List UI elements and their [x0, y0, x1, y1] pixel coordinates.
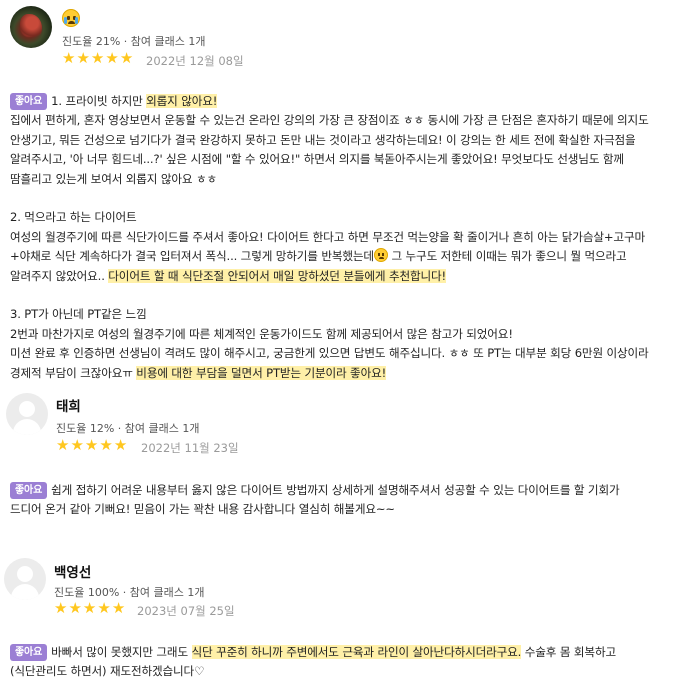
review-text-segment: 수술후 몸 회복하고 — [521, 645, 616, 659]
highlighted-text: 외롭지 않아요! — [146, 94, 218, 108]
star-icon: ★ — [82, 599, 97, 617]
review-line: (식단관리도 하면서) 재도전하겠습니다♡ — [10, 662, 692, 681]
avatar[interactable] — [6, 393, 48, 435]
review-line: 2. 먹으라고 하는 다이어트 — [10, 208, 692, 227]
reviewer-name: 백영선 — [54, 565, 92, 581]
review-line: 3. PT가 아닌데 PT같은 느낌 — [10, 305, 692, 324]
review-text-segment: 2번과 마찬가지로 여성의 월경주기에 따른 체계적인 운동가이드도 함께 제공… — [10, 326, 513, 341]
review-meta: 진도율 21% · 참여 클래스 1개 — [62, 35, 206, 48]
star-icon: ★ — [90, 49, 105, 67]
review-text: 좋아요 1. 프라이빗 하지만 외롭지 않아요! 집에서 편하게, 혼자 영상보면서… — [10, 92, 692, 383]
review-line: 알려주지 않았어요.. 다이어트 할 때 식단조절 안되어서 매일 망하셨던 분… — [10, 267, 692, 286]
star-rating: ★ ★ ★ ★ ★ — [56, 438, 127, 453]
star-icon: ★ — [70, 436, 84, 454]
review-text-segment: 2. 먹으라고 하는 다이어트 — [10, 210, 137, 225]
review-line: 좋아요 1. 프라이빗 하지만 외롭지 않아요! — [10, 92, 692, 111]
star-icon: ★ — [113, 436, 128, 454]
star-icon: ★ — [76, 49, 90, 67]
star-rating: ★ ★ ★ ★ ★ — [54, 601, 125, 616]
star-icon: ★ — [62, 49, 76, 67]
review-line: 좋아요 쉽게 접하기 어려운 내용부터 옳지 않은 다이어트 방법까지 상세하게 … — [10, 481, 692, 500]
review-content: 좋아요 쉽게 접하기 어려운 내용부터 옳지 않은 다이어트 방법까지 상세하게 … — [10, 481, 692, 520]
review-card: 진도율 21% · 참여 클래스 1개 ★ ★ ★ ★ ★ 2022년 12월 … — [0, 0, 700, 380]
review-card: 태희 진도율 12% · 참여 클래스 1개 ★ ★ ★ ★ ★ 2022년 1… — [0, 385, 700, 525]
review-line: 드디어 온거 같아 기뻐요! 믿음이 가는 꽉찬 내용 감사합니다 열심히 해볼… — [10, 500, 692, 519]
review-text-segment: 드디어 온거 같아 기뻐요! 믿음이 가는 꽉찬 내용 감사합니다 열심히 해볼… — [10, 502, 395, 517]
review-line: +야채로 식단 계속하다가 결국 입터져서 폭식... 그렇게 망하기를 반복했… — [10, 247, 692, 266]
review-line: 집에서 편하게, 혼자 영상보면서 운동할 수 있는건 온라인 강의의 가장 큰… — [10, 111, 692, 130]
like-badge: 좋아요 — [10, 482, 48, 499]
review-meta: 진도율 12% · 참여 클래스 1개 — [56, 422, 200, 435]
star-icon: ★ — [99, 436, 113, 454]
review-date: 2022년 12월 08일 — [146, 54, 244, 68]
review-text-segment: (식단관리도 하면서) 재도전하겠습니다♡ — [10, 664, 205, 679]
like-badge: 좋아요 — [10, 644, 48, 661]
review-line: 안생기고, 뭐든 건성으로 넘기다가 결국 완강하지 못하고 돈만 내는 것이라… — [10, 131, 692, 150]
star-rating: ★ ★ ★ ★ ★ — [62, 51, 133, 66]
star-icon: ★ — [105, 49, 119, 67]
highlighted-text: 비용에 대한 부담을 덜면서 PT받는 기분이라 좋아요! — [136, 365, 387, 380]
crying-face-icon — [373, 248, 388, 263]
review-text-segment: 미션 완료 후 인증하면 선생님이 격려도 많이 해주시고, 궁금한게 있으면 … — [10, 346, 649, 361]
review-text-segment: 안생기고, 뭐든 건성으로 넘기다가 결국 완강하지 못하고 돈만 내는 것이라… — [10, 132, 636, 147]
review-line: 좋아요 바빠서 많이 못했지만 그래도 식단 꾸준히 하니까 주변에서도 근육과 … — [10, 643, 692, 662]
like-badge: 좋아요 — [10, 93, 48, 110]
review-content: 좋아요 1. 프라이빗 하지만 외롭지 않아요! 집에서 편하게, 혼자 영상보면서… — [10, 92, 692, 383]
review-text-segment: 경제적 부담이 크잖아요ㅠ — [10, 365, 137, 380]
review-text-segment: 3. PT가 아닌데 PT같은 느낌 — [10, 307, 147, 322]
review-content: 좋아요 바빠서 많이 못했지만 그래도 식단 꾸준히 하니까 주변에서도 근육과 … — [10, 643, 692, 682]
reviewer-name: 태희 — [56, 399, 81, 415]
review-line: 여성의 월경주기에 따른 식단가이드를 주셔서 좋아요! 다이어트 한다고 하면… — [10, 228, 692, 247]
review-text-segment: 바빠서 많이 못했지만 그래도 — [51, 645, 192, 659]
review-line: 경제적 부담이 크잖아요ㅠ 비용에 대한 부담을 덜면서 PT받는 기분이라 좋… — [10, 364, 692, 383]
review-text-segment: 그 누구도 저한테 이때는 뭐가 좋으니 뭘 먹으라고 — [387, 249, 627, 264]
review-line: 2번과 마찬가지로 여성의 월경주기에 따른 체계적인 운동가이드도 함께 제공… — [10, 325, 692, 344]
review-date: 2022년 11월 23일 — [141, 441, 239, 455]
review-text-segment: +야채로 식단 계속하다가 결국 입터져서 폭식... 그렇게 망하기를 반복했… — [10, 249, 374, 264]
crying-face-icon — [62, 9, 80, 27]
star-icon: ★ — [84, 436, 99, 454]
review-card: 백영선 진도율 100% · 참여 클래스 1개 ★ ★ ★ ★ ★ 2023년… — [0, 550, 700, 700]
review-line: 땀흘리고 있는게 보여서 외롭지 않아요 ㅎㅎ — [10, 170, 692, 189]
review-line: 미션 완료 후 인증하면 선생님이 격려도 많이 해주시고, 궁금한게 있으면 … — [10, 344, 692, 363]
review-text-segment: 쉽게 접하기 어려운 내용부터 옳지 않은 다이어트 방법까지 상세하게 설명해… — [51, 483, 620, 497]
review-date: 2023년 07월 25일 — [137, 604, 235, 618]
avatar[interactable] — [10, 6, 52, 48]
review-text: 좋아요 바빠서 많이 못했지만 그래도 식단 꾸준히 하니까 주변에서도 근육과 … — [10, 643, 692, 682]
review-text-segment: 집에서 편하게, 혼자 영상보면서 운동할 수 있는건 온라인 강의의 가장 큰… — [10, 113, 649, 128]
star-icon: ★ — [119, 49, 134, 67]
star-icon: ★ — [68, 599, 82, 617]
star-icon: ★ — [111, 599, 126, 617]
highlighted-text: 식단 꾸준히 하니까 주변에서도 근육과 라인이 살아난다하시더라구요. — [191, 645, 522, 659]
review-meta: 진도율 100% · 참여 클래스 1개 — [54, 586, 205, 599]
highlighted-text: 다이어트 할 때 식단조절 안되어서 매일 망하셨던 분들에게 추천합니다! — [108, 268, 447, 283]
star-icon: ★ — [56, 436, 70, 454]
review-line: 알려주시고, '아 너무 힘드네...?' 싶은 시점에 "할 수 있어요!" … — [10, 150, 692, 169]
review-text-segment: 땀흘리고 있는게 보여서 외롭지 않아요 ㅎㅎ — [10, 171, 217, 186]
review-text-segment: 1. 프라이빗 하지만 — [51, 94, 147, 108]
star-icon: ★ — [54, 599, 68, 617]
review-text-segment: 여성의 월경주기에 따른 식단가이드를 주셔서 좋아요! 다이어트 한다고 하면… — [10, 229, 645, 244]
review-text-segment: 알려주시고, '아 너무 힘드네...?' 싶은 시점에 "할 수 있어요!" … — [10, 152, 624, 167]
star-icon: ★ — [97, 599, 111, 617]
review-text-segment: 알려주지 않았어요.. — [10, 268, 109, 283]
review-text: 좋아요 쉽게 접하기 어려운 내용부터 옳지 않은 다이어트 방법까지 상세하게 … — [10, 481, 692, 520]
avatar[interactable] — [4, 558, 46, 600]
